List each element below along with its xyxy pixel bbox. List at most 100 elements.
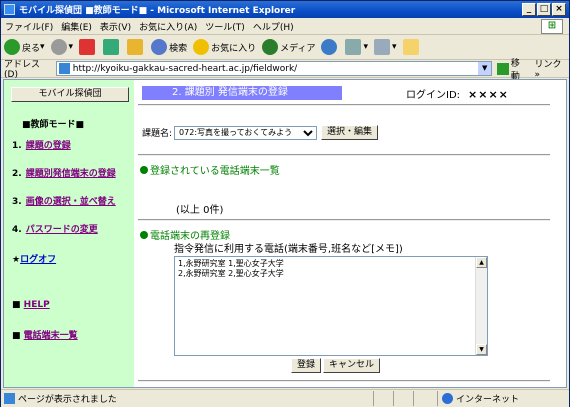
status-segment	[393, 391, 413, 406]
page-title: 2. 課題別 発信端末の登録	[142, 86, 342, 100]
form-actions: 登録 キャンセル	[291, 358, 381, 373]
divider	[138, 219, 550, 221]
stop-icon	[79, 39, 96, 55]
memo-scrollbar[interactable]: ▲ ▼	[475, 257, 487, 355]
address-url: http://kyoiku-gakkau-sacred-heart.ac.jp/…	[72, 63, 298, 74]
sidebar: モバイル探偵団 ■教師モード■ 1. 課題の登録 2. 課題別発信端末の登録 3. 画…	[4, 80, 134, 387]
status-segment	[373, 391, 393, 406]
memo-line: 1,永野研究室 1,聖心女子大学	[178, 259, 284, 268]
browser-window: モバイル探偵団 ■教師モード■ - Microsoft Internet Exp…	[0, 0, 570, 407]
search-button[interactable]: 検索	[151, 39, 187, 55]
mobile-tanteidan-button[interactable]: モバイル探偵団	[11, 87, 129, 102]
sidebar-item-register-device: 2. 課題別発信端末の登録	[12, 169, 116, 179]
go-arrow-icon	[497, 62, 509, 75]
login-id: ログインID: ××××	[406, 86, 509, 101]
forward-button[interactable]: ▾	[50, 39, 73, 55]
back-arrow-icon	[4, 39, 20, 55]
print-icon	[374, 39, 391, 55]
address-dropdown-icon[interactable]: ▼	[478, 62, 492, 75]
menu-favorites[interactable]: お気に入り(A)	[139, 20, 197, 33]
back-button[interactable]: 戻る ▾	[4, 39, 45, 55]
menu-tools[interactable]: ツール(T)	[205, 20, 245, 33]
address-input[interactable]: http://kyoiku-gakkau-sacred-heart.ac.jp/…	[55, 61, 493, 76]
history-icon	[321, 39, 338, 55]
menu-file[interactable]: ファイル(F)	[5, 20, 53, 33]
page-icon	[58, 63, 70, 74]
sidebar-item-register-topic: 1. 課題の登録	[12, 141, 71, 151]
menu-edit[interactable]: 編集(E)	[61, 20, 92, 33]
phone-list-link[interactable]: 電話端末一覧	[24, 331, 78, 341]
ie-icon	[4, 4, 15, 15]
sidebar-item-logoff: ★ログオフ	[12, 255, 57, 265]
history-button[interactable]	[321, 39, 339, 55]
divider	[138, 380, 550, 382]
address-bar: アドレス(D) http://kyoiku-gakkau-sacred-hear…	[1, 57, 569, 82]
login-id-label: ログインID:	[406, 90, 461, 101]
sidebar-item-phone-list: ■ 電話端末一覧	[12, 331, 78, 341]
refresh-button[interactable]	[103, 39, 121, 55]
refresh-icon	[103, 39, 120, 55]
topic-row: 課題名: 072:写真を撮っておくてみよう 選択・編集	[142, 125, 379, 140]
search-icon	[151, 39, 168, 55]
forward-arrow-icon	[50, 39, 67, 55]
sidebar-item-select-images: 3. 画像の選択・並べ替え	[12, 197, 116, 207]
sidebar-link-register-device[interactable]: 課題別発信端末の登録	[26, 169, 116, 179]
links-button[interactable]: リンク »	[534, 57, 569, 80]
select-edit-button[interactable]: 選択・編集	[321, 125, 379, 140]
mail-button[interactable]: ▾	[345, 39, 368, 55]
star-icon	[193, 39, 210, 55]
bullet-icon	[140, 165, 148, 174]
teacher-mode-label: ■教師モード■	[22, 120, 85, 130]
page-done-icon	[4, 393, 15, 404]
sidebar-item-change-password: 4. パスワードの変更	[12, 225, 98, 235]
login-id-value: ××××	[468, 88, 509, 101]
scroll-down-icon[interactable]: ▼	[476, 344, 487, 355]
folder-icon	[402, 39, 419, 55]
home-button[interactable]	[127, 39, 145, 55]
bullet-icon	[140, 230, 148, 239]
folder-button[interactable]	[402, 39, 421, 55]
minimize-button[interactable]: _	[522, 3, 536, 16]
sidebar-item-help: ■ HELP	[12, 300, 50, 310]
divider	[138, 104, 550, 106]
cancel-button[interactable]: キャンセル	[323, 358, 381, 373]
window-title: モバイル探偵団 ■教師モード■ - Microsoft Internet Exp…	[19, 6, 296, 16]
registered-devices-heading: 登録されている電話端末一覧	[140, 162, 280, 177]
sidebar-link-select-images[interactable]: 画像の選択・並べ替え	[26, 197, 116, 207]
status-bar: ページが表示されました インターネット	[1, 389, 569, 407]
maximize-button[interactable]: □	[537, 3, 551, 16]
media-button[interactable]: メディア	[262, 39, 315, 55]
sidebar-link-register-topic[interactable]: 課題の登録	[26, 141, 71, 151]
internet-globe-icon	[442, 393, 453, 404]
logoff-link[interactable]: ログオフ	[20, 255, 56, 265]
help-link[interactable]: HELP	[24, 300, 50, 310]
toolbar: 戻る ▾ ▾ 検索 お気に入り メディア ▾ ▾	[1, 35, 569, 60]
topic-label: 課題名:	[142, 129, 173, 139]
page-content: モバイル探偵団 ■教師モード■ 1. 課題の登録 2. 課題別発信端末の登録 3. 画…	[3, 79, 567, 388]
security-zone: インターネット	[437, 391, 519, 406]
status-text: ページが表示されました	[1, 392, 373, 405]
title-bar: モバイル探偵団 ■教師モード■ - Microsoft Internet Exp…	[1, 1, 569, 18]
status-segment	[413, 391, 433, 406]
registered-count: (以上 0件)	[176, 205, 224, 216]
close-button[interactable]: ×	[552, 3, 566, 16]
menu-view[interactable]: 表示(V)	[100, 20, 131, 33]
go-button[interactable]: 移動	[497, 56, 528, 82]
stop-button[interactable]	[79, 39, 97, 55]
register-button[interactable]: 登録	[291, 358, 322, 373]
memo-line: 2,永野研究室 2,聖心女子大学	[178, 269, 284, 278]
menu-help[interactable]: ヘルプ(H)	[253, 20, 294, 33]
menu-bar: ファイル(F) 編集(E) 表示(V) お気に入り(A) ツール(T) ヘルプ(…	[1, 18, 569, 35]
topic-select[interactable]: 072:写真を撮っておくてみよう	[174, 125, 318, 140]
windows-logo-icon: ⊞	[541, 19, 563, 34]
print-button[interactable]: ▾	[374, 39, 397, 55]
media-icon	[262, 39, 279, 55]
home-icon	[127, 39, 144, 55]
divider	[138, 154, 550, 156]
scroll-up-icon[interactable]: ▲	[476, 257, 487, 268]
favorites-button[interactable]: お気に入り	[193, 39, 256, 55]
address-label: アドレス(D)	[4, 60, 41, 80]
device-memo-textarea[interactable]: 1,永野研究室 1,聖心女子大学 2,永野研究室 2,聖心女子大学 ▲ ▼	[174, 256, 488, 356]
main-panel: 2. 課題別 発信端末の登録 ログインID: ×××× 課題名: 072:写真を撮…	[134, 80, 566, 387]
sidebar-link-change-password[interactable]: パスワードの変更	[26, 225, 98, 235]
